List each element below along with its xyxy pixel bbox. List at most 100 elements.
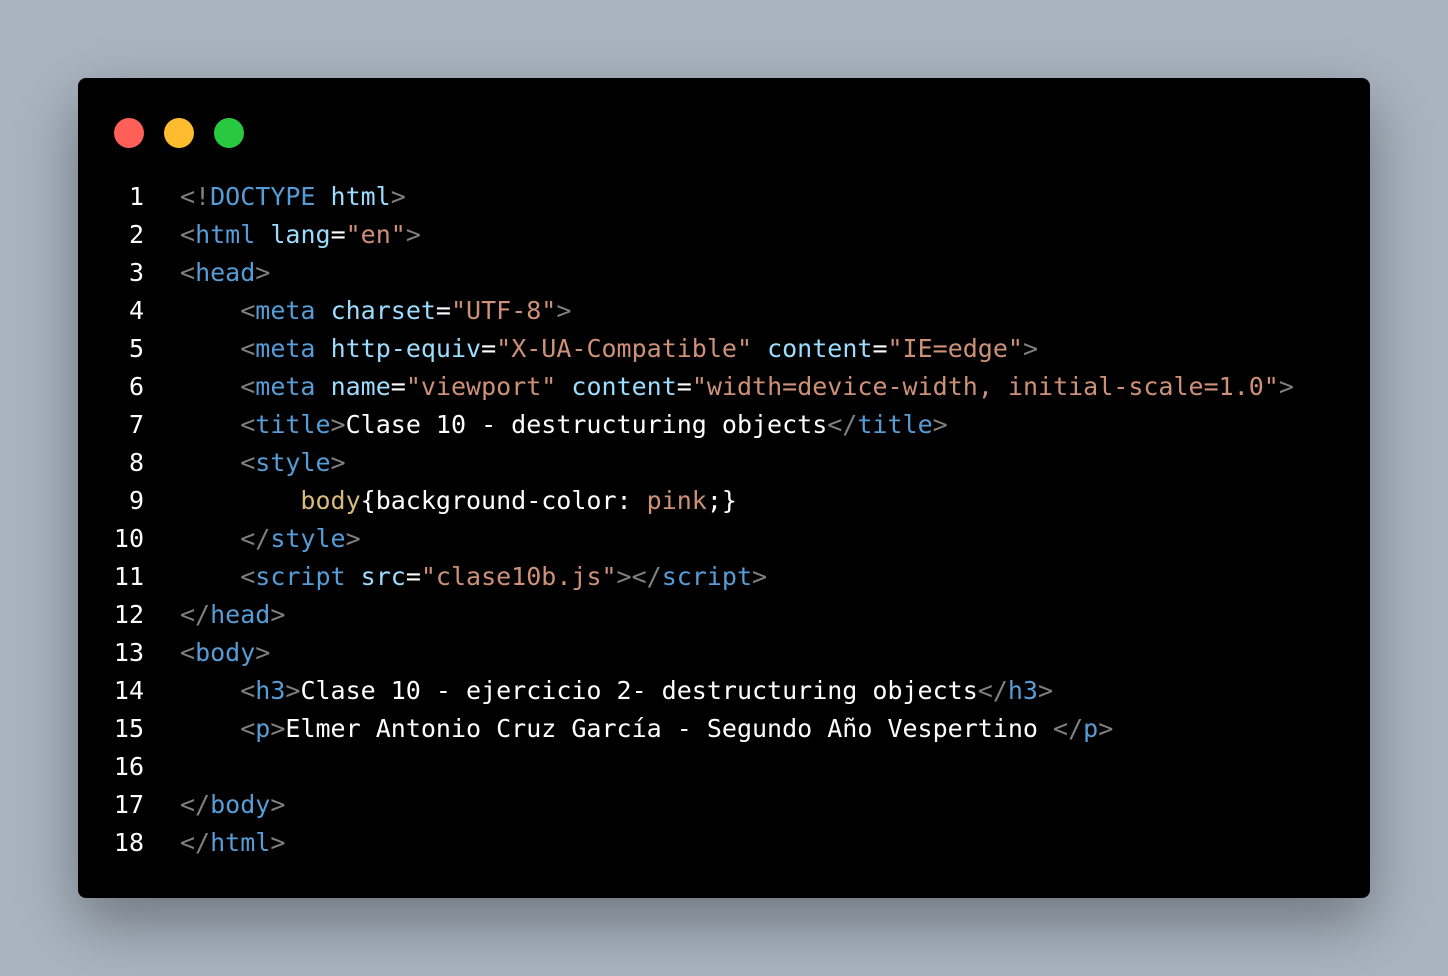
line-content: <style> — [144, 444, 345, 482]
line-number: 6 — [128, 372, 144, 401]
code-token: > — [1022, 334, 1039, 363]
code-token: < — [240, 714, 256, 743]
code-token: > — [255, 638, 271, 667]
code-token: body — [210, 790, 271, 819]
code-token: html — [195, 220, 256, 249]
line-number: 14 — [113, 676, 144, 705]
code-token: > — [270, 828, 286, 857]
code-token: "X-UA-Compatible" — [496, 334, 753, 363]
line-number: 8 — [128, 448, 144, 477]
code-token: < — [240, 562, 256, 591]
code-token: > — [1278, 372, 1294, 401]
code-token: > — [1098, 714, 1114, 743]
code-line: 12 </head> — [78, 596, 1370, 634]
code-token: Clase 10 - ejercicio 2- destructuring ob… — [300, 676, 978, 705]
line-number: 11 — [113, 562, 144, 591]
line-content: body{background-color: pink;} — [144, 482, 737, 520]
line-content: <script src="clase10b.js"></script> — [144, 558, 767, 596]
code-token: = — [676, 372, 692, 401]
code-token: script — [255, 562, 346, 591]
code-token: p — [1083, 714, 1099, 743]
code-token: Elmer Antonio Cruz García - Segundo Año … — [285, 714, 1054, 743]
line-number: 13 — [113, 638, 144, 667]
code-token: > — [932, 410, 948, 439]
code-token: <! — [180, 182, 211, 211]
code-token: = — [405, 562, 421, 591]
line-content: <meta charset="UTF-8"> — [144, 292, 571, 330]
code-token: < — [180, 220, 196, 249]
line-number: 7 — [128, 410, 144, 439]
code-token: = — [435, 296, 451, 325]
maximize-dot-icon[interactable] — [214, 118, 244, 148]
code-token: http-equiv — [330, 334, 482, 363]
code-token: charset — [330, 296, 436, 325]
code-line: 10 </style> — [78, 520, 1370, 558]
line-number: 1 — [128, 182, 144, 211]
code-token: </ — [180, 600, 211, 629]
line-content: <!DOCTYPE html> — [144, 178, 406, 216]
code-token: < — [180, 638, 196, 667]
code-token: < — [240, 676, 256, 705]
code-token: > — [345, 524, 361, 553]
code-token: h3 — [255, 676, 286, 705]
code-token: ></ — [616, 562, 662, 591]
code-token: head — [210, 600, 271, 629]
code-token: meta — [255, 296, 316, 325]
code-token: > — [556, 296, 572, 325]
code-token: name — [330, 372, 391, 401]
code-token: ;} — [706, 486, 737, 515]
close-dot-icon[interactable] — [114, 118, 144, 148]
code-token: </ — [180, 828, 211, 857]
code-line: 11 <script src="clase10b.js"></script> — [78, 558, 1370, 596]
code-token: > — [1037, 676, 1054, 705]
line-content: </head> — [144, 596, 285, 634]
code-line: 15 <p>Elmer Antonio Cruz García - Segund… — [78, 710, 1370, 748]
code-line: 1 <!DOCTYPE html> — [78, 178, 1370, 216]
code-token: title — [857, 410, 933, 439]
code-token: Clase 10 - destructuring objects — [345, 410, 828, 439]
code-token: > — [255, 258, 271, 287]
line-content: <p>Elmer Antonio Cruz García - Segundo A… — [144, 710, 1113, 748]
line-number: 5 — [128, 334, 144, 363]
code-token: body — [300, 486, 361, 515]
line-number: 16 — [113, 752, 144, 781]
code-token: meta — [255, 334, 316, 363]
line-number: 9 — [128, 486, 144, 515]
line-number: 15 — [113, 714, 144, 743]
code-token: </ — [180, 790, 211, 819]
code-token: > — [330, 410, 346, 439]
code-token: "viewport" — [405, 372, 557, 401]
code-token: "UTF-8" — [450, 296, 557, 325]
code-token: > — [270, 714, 286, 743]
code-token: = — [390, 372, 406, 401]
code-token: < — [240, 410, 256, 439]
code-token: title — [255, 410, 331, 439]
code-line: 8 <style> — [78, 444, 1370, 482]
code-token: > — [285, 676, 301, 705]
line-content — [144, 748, 180, 786]
line-number: 4 — [128, 296, 144, 325]
code-line: 7 <title>Clase 10 - destructuring object… — [78, 406, 1370, 444]
code-token: lang — [270, 220, 331, 249]
code-token: = — [481, 334, 497, 363]
code-token: "en" — [345, 220, 406, 249]
code-token: head — [195, 258, 256, 287]
code-line: 17 </body> — [78, 786, 1370, 824]
code-line: 18 </html> — [78, 824, 1370, 862]
minimize-dot-icon[interactable] — [164, 118, 194, 148]
code-token: < — [240, 296, 256, 325]
line-number: 17 — [113, 790, 144, 819]
line-content: </body> — [144, 786, 285, 824]
line-content: <body> — [144, 634, 270, 672]
code-token: < — [240, 448, 256, 477]
